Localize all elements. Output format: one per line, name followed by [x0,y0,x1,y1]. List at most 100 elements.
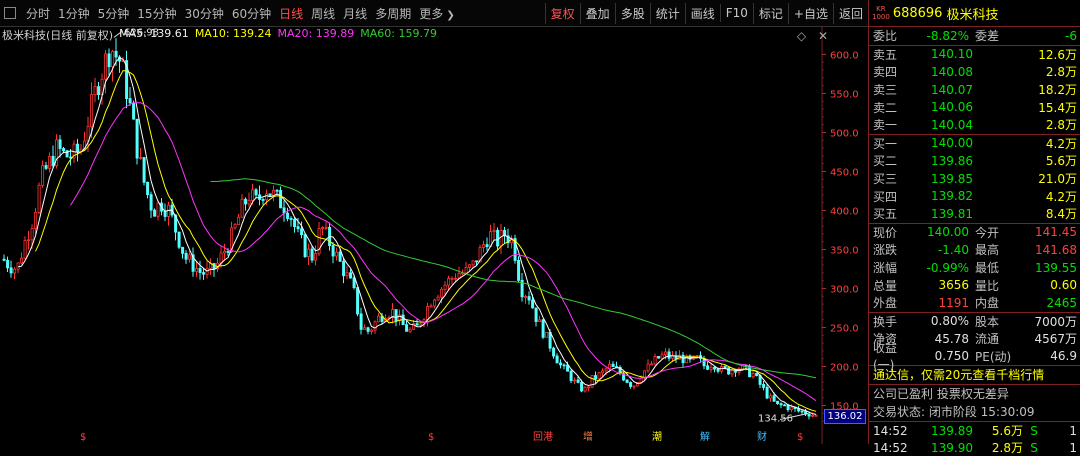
window-square-icon[interactable] [4,7,16,19]
candle-body [23,240,27,259]
y-tick-label: 400.0 [830,206,859,217]
ma60-value: MA60: 159.79 [360,27,437,40]
fundamental-stats: 换手 0.80% 股本 7000万 净资 45.78 流通 4567万 收益(一) 0.750 PE… [869,313,1080,372]
weicha-value: -6 [1065,28,1077,43]
level-label: 买一 [873,136,898,151]
candle-body [436,296,440,301]
level-volume: 21.0万 [1038,172,1077,187]
candlestick-svg[interactable]: 600.0 550.0 500.0 450.0 400.0 350.0 300.0 250.0… [0,27,868,444]
event-marker: $ [428,432,434,443]
toolbar-button[interactable]: +自选 [787,2,833,24]
candle-body [611,363,615,367]
stat-label: 现价 [873,225,898,240]
candle-body [377,315,381,323]
candle-body [783,404,787,407]
level-volume: 4.2万 [1045,136,1077,151]
candle-body [107,53,111,68]
candle-body [244,198,248,205]
candle-body [51,155,55,167]
candle-body [251,189,255,201]
stat-label: 内盘 [975,296,1000,311]
event-marker: $ [797,432,803,443]
candle-body [765,387,769,399]
candle-body [272,189,276,196]
close-icon[interactable]: ✕ [818,29,828,43]
tick-price: 139.89 [931,423,973,438]
candle-body [468,264,472,268]
toolbar-button[interactable]: 画线 [684,2,720,24]
stat-value: -0.99% [926,260,969,275]
toolbar-button[interactable]: 复权 [544,2,580,24]
candle-body [13,268,17,274]
candle-body [426,306,430,321]
candle-body [142,157,146,183]
toolbar-button[interactable]: 标记 [752,2,788,24]
candle-body [9,267,13,274]
level-label: 卖五 [873,47,898,62]
candle-body [314,253,318,261]
stock-chart-title: 极米科技(日线 前复权) [2,29,114,42]
candle-body [594,375,598,380]
period-tab[interactable]: 分时 [22,5,54,22]
low-price-label: 134.56 [758,414,793,425]
candle-body [755,373,759,376]
toolbar-button[interactable]: F10 [719,4,753,22]
event-marker: 潮 [652,430,662,443]
tick-side: S [1030,440,1038,455]
period-tabs: 分时 1分钟 5分钟 15分钟 30分钟 60分钟 日线 周线 月线 多周期 更多 [0,5,545,22]
toolbar-button[interactable]: 叠加 [579,2,615,24]
period-toolbar: 分时1分钟5分钟15分钟30分钟60分钟日线周线月线多周期更多 复权叠加多股统计… [0,0,868,27]
period-tab[interactable]: 月线 [339,5,371,22]
period-tab[interactable]: 1分钟 [54,5,94,22]
stat-value: 1191 [938,295,969,310]
candle-body [195,268,199,272]
upsell-notice[interactable]: 通达信，仅需20元查看千档行情 [869,366,1080,386]
candle-body [275,189,279,192]
period-tab[interactable]: 周线 [307,5,339,22]
level-price: 139.86 [931,153,973,168]
candle-body [58,139,62,149]
period-tab[interactable]: 60分钟 [228,5,275,22]
candle-body [583,386,587,392]
y-tick-label: 300.0 [830,284,859,295]
candle-body [440,288,444,298]
level-volume: 12.6万 [1038,47,1077,62]
candle-body [370,329,374,332]
diamond-icon[interactable]: ◇ [797,29,806,43]
ma-legend: 极米科技(日线 前复权) MA5: 139.61 MA10: 139.24 MA… [2,27,443,43]
toolbar-button[interactable]: 多股 [614,2,650,24]
toolbar-button[interactable]: 统计 [649,2,685,24]
toolbar-button[interactable]: 返回 [832,2,868,24]
tick-time: 14:52 [873,423,908,438]
ma20-value: MA20: 139.89 [277,27,355,40]
period-tab[interactable]: 日线 [275,5,307,22]
stat-value: 141.68 [1035,242,1077,257]
period-tab[interactable]: 多周期 [371,5,415,22]
stat-value: 3656 [938,278,969,293]
stat-label: 涨幅 [873,261,898,276]
period-tab[interactable]: 更多 [415,5,459,22]
kline-chart-area[interactable]: 极米科技(日线 前复权) MA5: 139.61 MA10: 139.24 MA… [0,27,868,444]
ma5-value: MA5: 139.61 [119,27,189,40]
bids-level: 买三 139.85 21.0万 [869,170,1080,188]
candle-body [751,373,755,378]
period-tab[interactable]: 30分钟 [181,5,228,22]
candle-body [27,239,31,242]
level-label: 买四 [873,189,898,204]
level-price: 139.81 [931,206,973,221]
candle-body [433,299,437,307]
y-tick-label: 550.0 [830,89,859,100]
stat-row: 总量 3656 量比 0.60 [869,276,1080,294]
y-tick-label: 200.0 [830,362,859,373]
kr-badge: KR 1000 [872,5,890,21]
candle-body [562,364,566,367]
tick-volume: 5.6万 [991,424,1023,439]
candle-body [359,313,363,330]
stat-row: 涨幅 -0.99% 最低 139.55 [869,259,1080,277]
stat-label: 今开 [975,225,1000,240]
candle-body [335,251,339,257]
period-tab[interactable]: 15分钟 [133,5,180,22]
period-tab[interactable]: 5分钟 [94,5,134,22]
bids-level: 买四 139.82 4.2万 [869,187,1080,205]
level-volume: 18.2万 [1038,83,1077,98]
